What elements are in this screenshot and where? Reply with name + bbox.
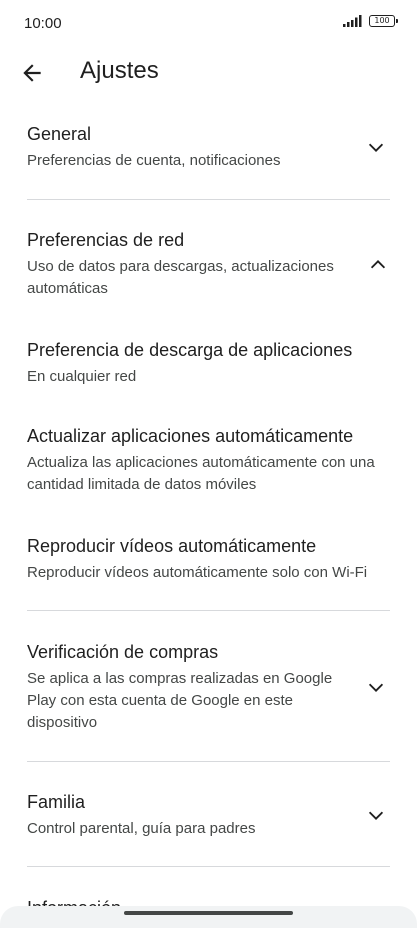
setting-item-autoplay-videos[interactable]: Reproducir vídeos automáticamente Reprod…	[0, 530, 417, 590]
status-icons: 100	[343, 15, 398, 27]
section-title: Preferencias de red	[27, 230, 185, 250]
settings-section-family[interactable]: Familia Control parental, guía para padr…	[0, 786, 417, 856]
arrow-back-icon[interactable]	[19, 60, 45, 86]
page-title: Ajustes	[80, 57, 159, 84]
section-title: General	[27, 124, 92, 144]
section-subtitle: Se aplica a las compras realizadas en Go…	[27, 670, 333, 731]
item-subtitle: Actualiza las aplicaciones automáticamen…	[27, 454, 375, 493]
divider	[27, 761, 390, 762]
gesture-nav-bar	[0, 906, 417, 928]
chevron-down-icon[interactable]	[365, 676, 387, 698]
app-bar: Ajustes	[0, 48, 417, 98]
battery-icon: 100	[369, 15, 398, 27]
status-time: 10:00	[24, 15, 62, 32]
section-title: Verificación de compras	[27, 642, 219, 662]
divider	[27, 199, 390, 200]
section-title: Familia	[27, 792, 86, 812]
section-subtitle: Uso de datos para descargas, actualizaci…	[27, 258, 334, 297]
item-title: Actualizar aplicaciones automáticamente	[27, 426, 354, 446]
settings-section-network[interactable]: Preferencias de red Uso de datos para de…	[0, 224, 417, 304]
section-subtitle: Preferencias de cuenta, notificaciones	[27, 152, 281, 169]
home-handle[interactable]	[124, 911, 293, 915]
chevron-down-icon[interactable]	[365, 804, 387, 826]
item-title: Reproducir vídeos automáticamente	[27, 536, 317, 556]
item-title: Preferencia de descarga de aplicaciones	[27, 340, 353, 360]
chevron-up-icon[interactable]	[367, 254, 389, 276]
setting-item-app-download[interactable]: Preferencia de descarga de aplicaciones …	[0, 334, 417, 394]
chevron-down-icon[interactable]	[365, 136, 387, 158]
divider	[27, 610, 390, 611]
item-subtitle: Reproducir vídeos automáticamente solo c…	[27, 564, 368, 581]
setting-item-auto-update[interactable]: Actualizar aplicaciones automáticamente …	[0, 420, 417, 500]
divider	[27, 866, 390, 867]
settings-section-general[interactable]: General Preferencias de cuenta, notifica…	[0, 118, 417, 198]
settings-section-purchase-verification[interactable]: Verificación de compras Se aplica a las …	[0, 636, 417, 746]
status-bar: 10:00 100	[0, 0, 417, 48]
item-subtitle: En cualquier red	[27, 368, 137, 385]
section-subtitle: Control parental, guía para padres	[27, 820, 256, 837]
signal-icon	[343, 15, 363, 27]
